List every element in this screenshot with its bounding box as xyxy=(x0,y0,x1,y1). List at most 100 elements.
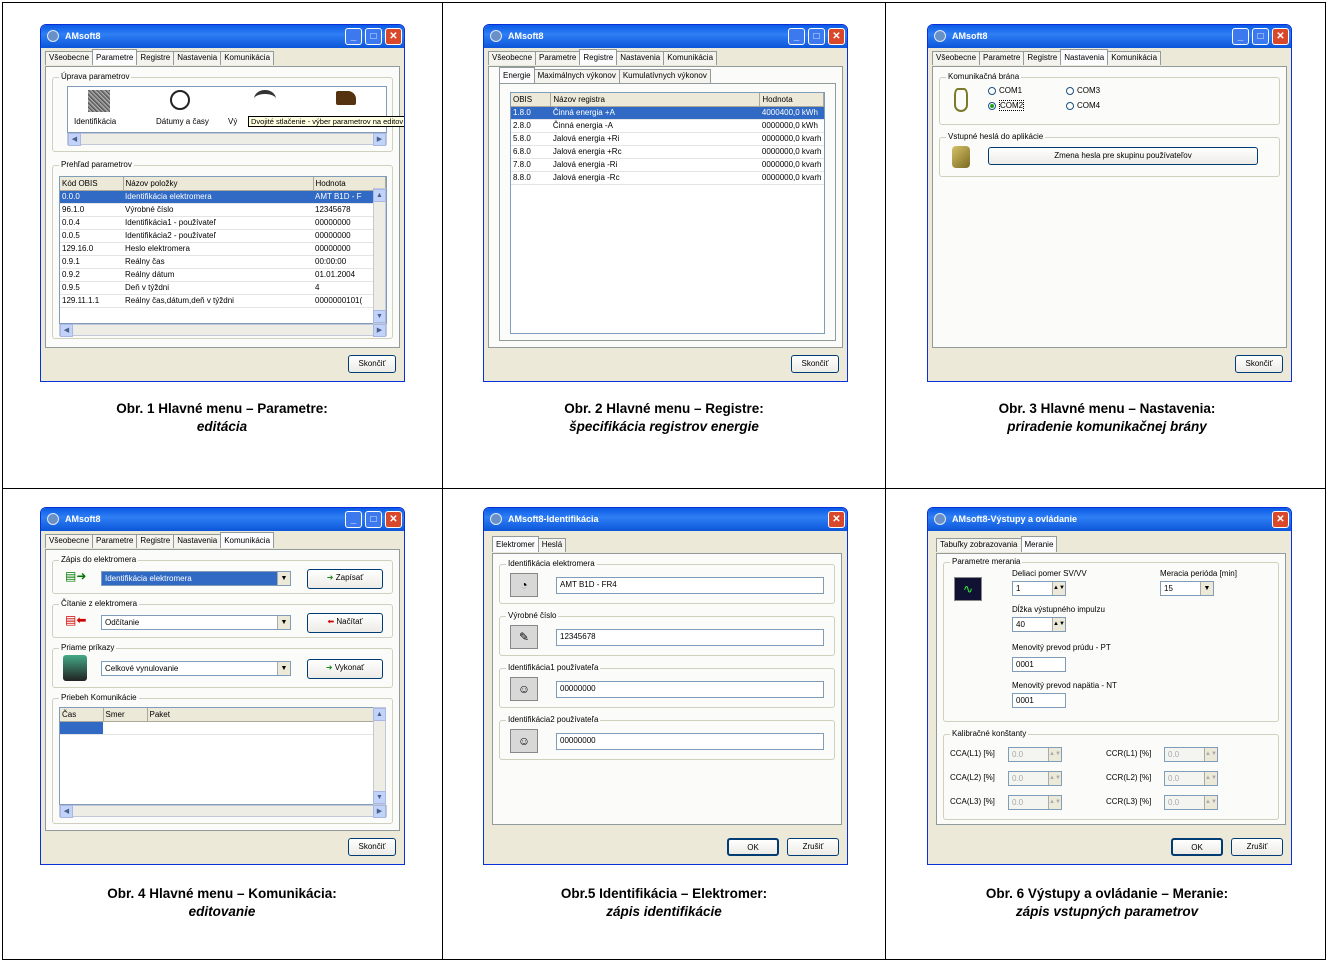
table-row[interactable]: 5.8.0 Jalová energia +Ri 0000000,0 kvarh xyxy=(511,132,824,146)
ccr-l2-spinner[interactable]: 0.0 ▲▼ xyxy=(1164,771,1218,786)
maximize-icon[interactable]: □ xyxy=(808,28,825,45)
scroll-down-icon[interactable]: ▼ xyxy=(373,310,386,323)
tab-vseobecne[interactable]: Všeobecne xyxy=(45,51,94,65)
registers-table[interactable]: OBIS Názov registra Hodnota 1.8.0 Činná ene… xyxy=(510,92,825,334)
cancel-button[interactable]: Zrušiť xyxy=(1231,838,1283,856)
close-icon[interactable]: ✕ xyxy=(1272,28,1289,45)
radio-com2[interactable]: COM2 xyxy=(988,100,1025,111)
spinner-icon[interactable]: ▲▼ xyxy=(1052,582,1065,595)
ccr-l3-spinner[interactable]: 0.0 ▲▼ xyxy=(1164,795,1218,810)
tab-energie[interactable]: Energie xyxy=(499,67,535,83)
tab-elektromer[interactable]: Elektromer xyxy=(492,536,539,552)
col-header[interactable]: Názov položky xyxy=(123,177,314,191)
title-bar[interactable]: AMsoft8-Výstupy a ovládanie ✕ xyxy=(928,508,1291,531)
spinner-icon[interactable]: ▲▼ xyxy=(1048,796,1061,809)
tab-parametre[interactable]: Parametre xyxy=(92,534,138,548)
spinner-icon[interactable]: ▲▼ xyxy=(1204,796,1217,809)
parameters-table[interactable]: Kód OBIS Názov položky Hodnota 0.0.0 Identi… xyxy=(59,176,387,324)
tab-komunikacia[interactable]: Komunikácia xyxy=(220,51,275,65)
tab-registre[interactable]: Registre xyxy=(579,49,618,65)
spinner-icon[interactable]: ▲▼ xyxy=(1048,748,1061,761)
spinner-icon[interactable]: ▲▼ xyxy=(1052,618,1065,631)
table-row[interactable]: 7.8.0 Jalová energia -Ri 0000000,0 kvarh xyxy=(511,158,824,172)
execute-button[interactable]: ➜ Vykonať xyxy=(307,659,383,679)
horizontal-scrollbar[interactable]: ◀ ▶ xyxy=(67,133,387,146)
title-bar[interactable]: AMsoft8 _ □ ✕ xyxy=(928,25,1291,48)
write-select[interactable]: Identifikácia elektromera ▼ xyxy=(101,571,291,586)
serial-input[interactable]: 12345678 xyxy=(556,629,824,646)
scroll-down-icon[interactable]: ▼ xyxy=(373,791,386,804)
title-bar[interactable]: AMsoft8 _ □ ✕ xyxy=(41,25,404,48)
tab-komunikacia[interactable]: Komunikácia xyxy=(1107,51,1162,65)
table-row[interactable]: 96.1.0 Výrobné číslo 12345678 xyxy=(60,203,386,217)
vertical-scrollbar[interactable]: ▲ ▼ xyxy=(373,707,386,805)
tab-komunikacia[interactable]: Komunikácia xyxy=(220,532,275,548)
horizontal-scrollbar[interactable]: ◀ ▶ xyxy=(59,805,387,818)
ok-button[interactable]: OK xyxy=(1171,838,1223,856)
ok-button[interactable]: OK xyxy=(727,838,779,856)
maximize-icon[interactable]: □ xyxy=(365,511,382,528)
tab-registre[interactable]: Registre xyxy=(1023,51,1062,65)
table-row[interactable]: 0.9.1 Reálny čas 00:00:00 xyxy=(60,255,386,269)
title-bar[interactable]: AMsoft8-Identifikácia ✕ xyxy=(484,508,847,531)
tab-meranie[interactable]: Meranie xyxy=(1020,536,1058,552)
table-row[interactable] xyxy=(60,721,374,735)
tab-parametre[interactable]: Parametre xyxy=(92,49,138,65)
table-row[interactable]: 2.8.0 Činná energia -A 0000000,0 kWh xyxy=(511,119,824,133)
scroll-left-icon[interactable]: ◀ xyxy=(68,133,81,146)
command-select[interactable]: Celkové vynulovanie ▼ xyxy=(101,661,291,676)
close-icon[interactable]: ✕ xyxy=(385,28,402,45)
id-card-icon[interactable] xyxy=(88,90,110,112)
spinner-icon[interactable]: ▲▼ xyxy=(1204,748,1217,761)
pulse-spinner[interactable]: 40 ▲▼ xyxy=(1012,617,1066,632)
close-icon[interactable]: ✕ xyxy=(828,511,845,528)
write-button[interactable]: ➜ Zapísať xyxy=(307,569,383,589)
pt-input[interactable]: 0001 xyxy=(1012,657,1066,672)
scroll-right-icon[interactable]: ▶ xyxy=(373,805,386,818)
close-button[interactable]: Skončiť xyxy=(348,838,396,856)
hand-pointer-icon[interactable] xyxy=(336,91,356,105)
spinner-icon[interactable]: ▲▼ xyxy=(1204,772,1217,785)
scroll-right-icon[interactable]: ▶ xyxy=(373,133,386,146)
close-icon[interactable]: ✕ xyxy=(385,511,402,528)
meter-id-input[interactable]: AMT B1D - FR4 xyxy=(556,577,824,594)
cca-l2-spinner[interactable]: 0.0 ▲▼ xyxy=(1008,771,1062,786)
tab-kum-vykonov[interactable]: Kumulatívnych výkonov xyxy=(618,69,711,83)
minimize-icon[interactable]: _ xyxy=(345,511,362,528)
change-password-button[interactable]: Zmena hesla pre skupinu používateľov xyxy=(988,147,1258,165)
radio-com1[interactable]: COM1 xyxy=(988,86,1022,95)
close-icon[interactable]: ✕ xyxy=(1272,511,1289,528)
table-row[interactable]: 0.0.5 Identifikácia2 - používateľ 00000000 xyxy=(60,229,386,243)
read-select[interactable]: Odčítanie ▼ xyxy=(101,615,291,630)
col-header[interactable]: Kód OBIS xyxy=(60,177,124,191)
tab-nastavenia[interactable]: Nastavenia xyxy=(1060,49,1109,65)
minimize-icon[interactable]: _ xyxy=(345,28,362,45)
radio-com4[interactable]: COM4 xyxy=(1066,101,1100,110)
scroll-left-icon[interactable]: ◀ xyxy=(60,805,73,818)
read-button[interactable]: ⬅ Načítať xyxy=(307,613,383,633)
icon-list[interactable]: Identifikácia Dátumy a časy Vý Dvojité s… xyxy=(67,86,404,133)
close-button[interactable]: Skončiť xyxy=(348,355,396,373)
tab-registre[interactable]: Registre xyxy=(136,51,175,65)
chevron-down-icon[interactable]: ▼ xyxy=(1200,582,1213,595)
table-row[interactable]: 6.8.0 Jalová energia +Rc 0000000,0 kvarh xyxy=(511,145,824,159)
col-header[interactable]: OBIS xyxy=(511,93,552,107)
scroll-left-icon[interactable]: ◀ xyxy=(60,324,73,337)
minimize-icon[interactable]: _ xyxy=(1232,28,1249,45)
divider-spinner[interactable]: 1 ▲▼ xyxy=(1012,581,1066,596)
tab-tabulky[interactable]: Tabuľky zobrazovania xyxy=(936,538,1022,552)
scroll-right-icon[interactable]: ▶ xyxy=(373,324,386,337)
tab-vseobecne[interactable]: Všeobecne xyxy=(932,51,981,65)
tab-parametre[interactable]: Parametre xyxy=(535,51,581,65)
minimize-icon[interactable]: _ xyxy=(788,28,805,45)
user-id1-input[interactable]: 00000000 xyxy=(556,681,824,698)
title-bar[interactable]: AMsoft8 _ □ ✕ xyxy=(41,508,404,531)
table-row[interactable]: 129.16.0 Heslo elektromera 00000000 xyxy=(60,242,386,256)
tab-max-vykonov[interactable]: Maximálnych výkonov xyxy=(533,69,620,83)
chevron-down-icon[interactable]: ▼ xyxy=(277,662,290,675)
tab-nastavenia[interactable]: Nastavenia xyxy=(616,51,665,65)
table-row[interactable]: 0.0.0 Identifikácia elektromera AMT B1D - … xyxy=(60,190,386,204)
table-row[interactable]: 8.8.0 Jalová energia -Rc 0000000,0 kvarh xyxy=(511,171,824,185)
nt-input[interactable]: 0001 xyxy=(1012,693,1066,708)
cca-l1-spinner[interactable]: 0.0 ▲▼ xyxy=(1008,747,1062,762)
